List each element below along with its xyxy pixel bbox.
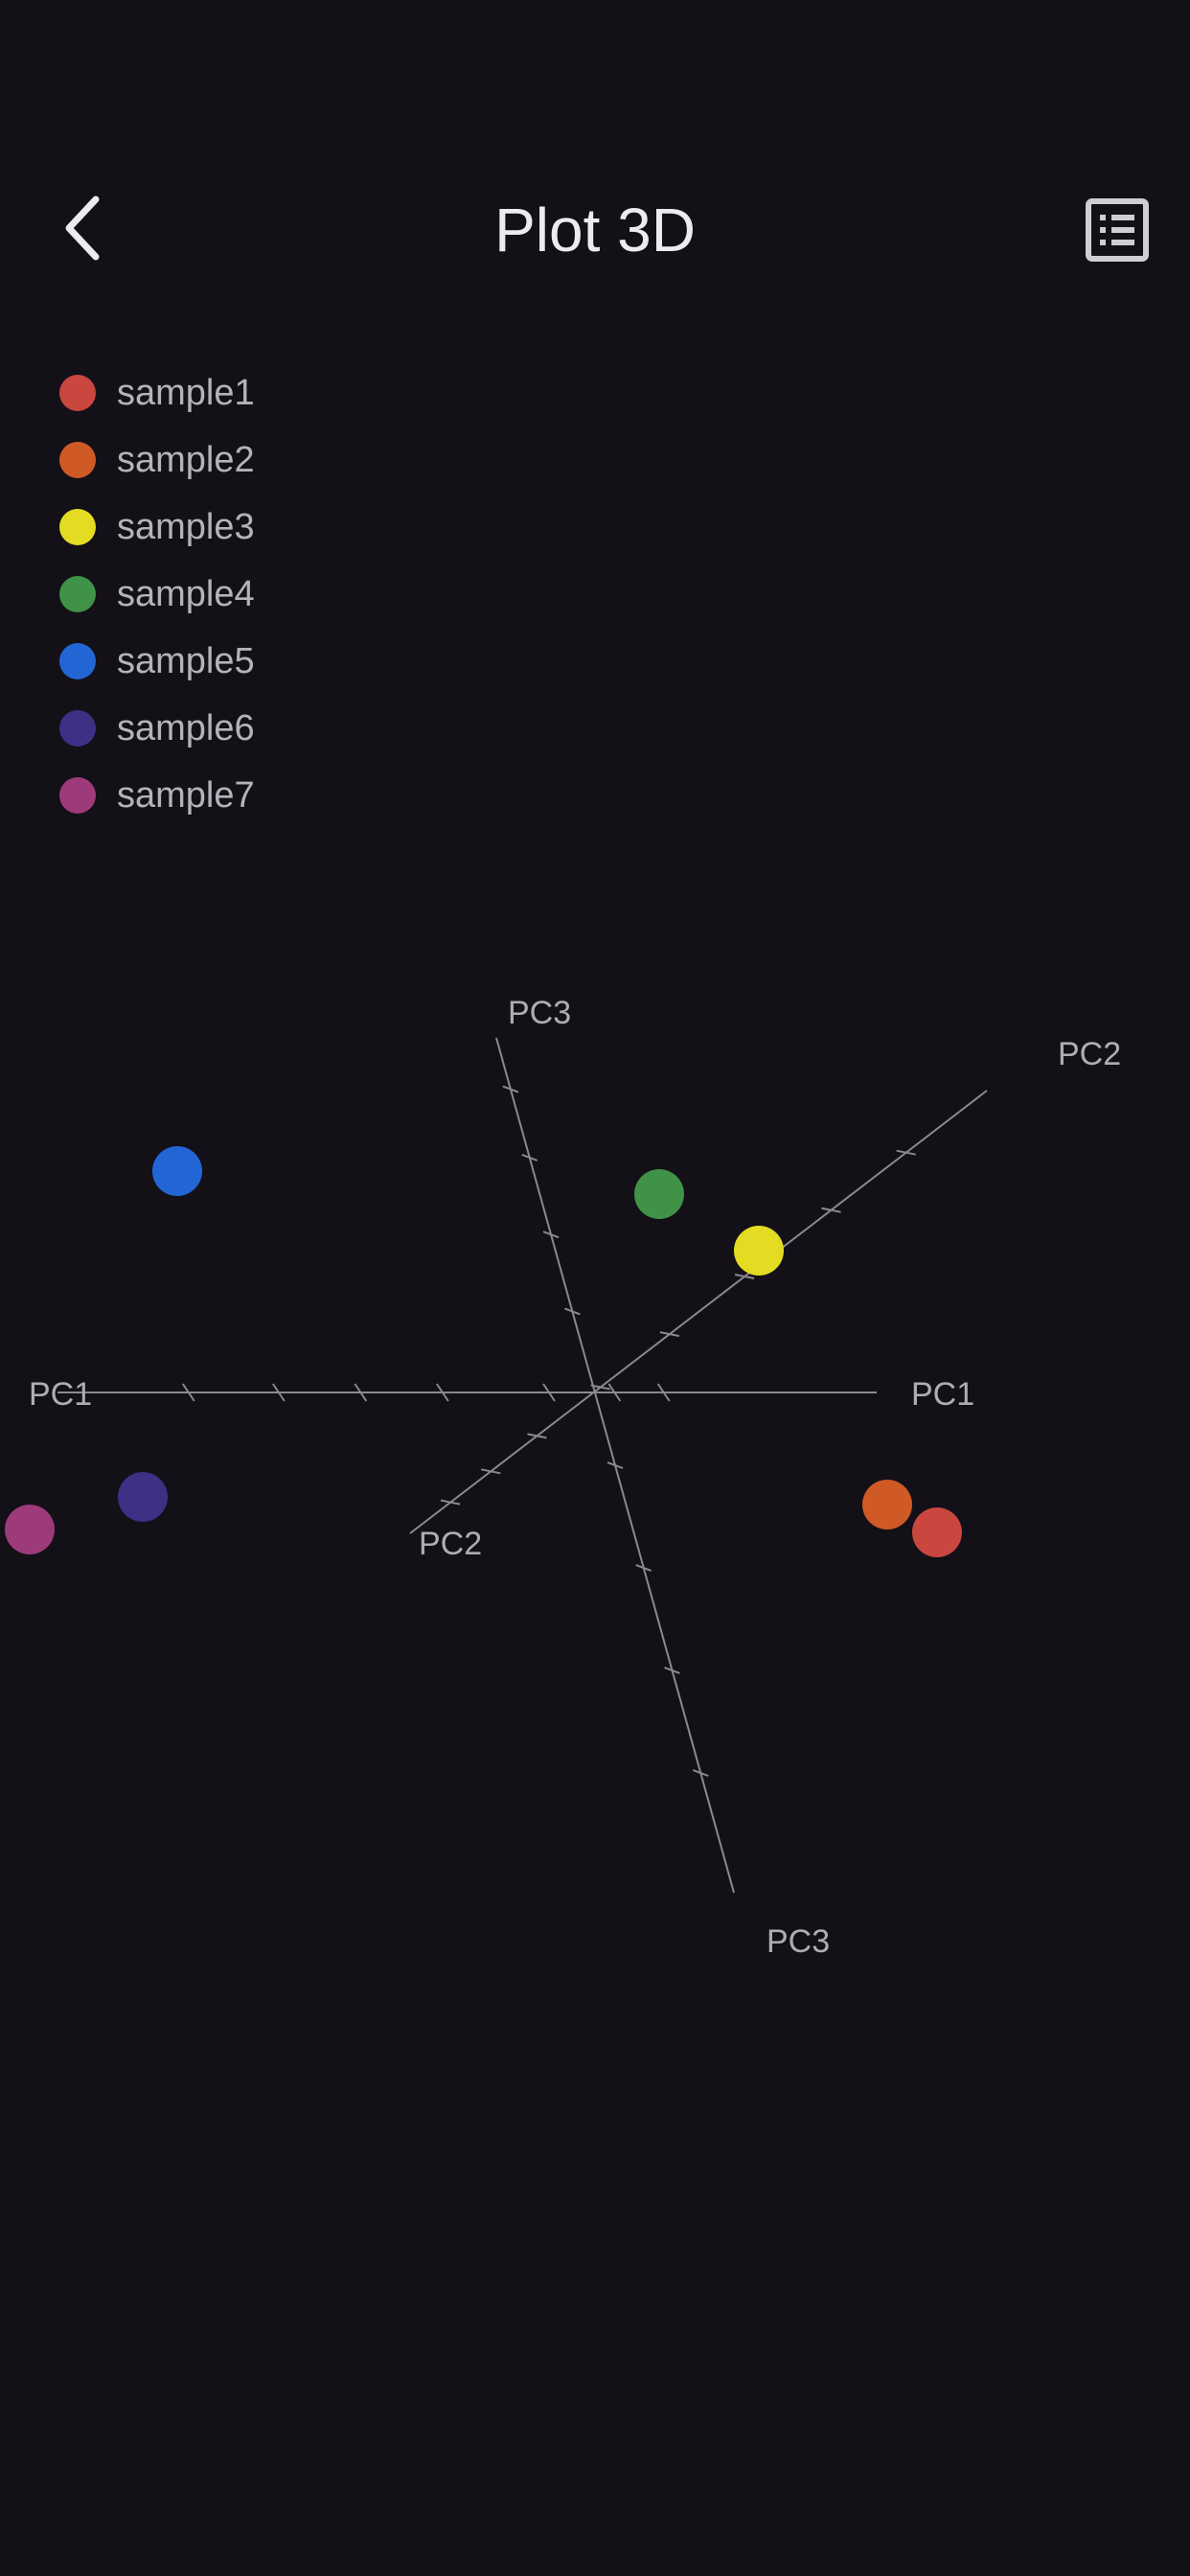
list-button[interactable] bbox=[1083, 196, 1152, 264]
pc2-label-bottom: PC2 bbox=[419, 1526, 482, 1562]
data-point-sample3[interactable] bbox=[734, 1226, 784, 1276]
pc2-label-top: PC2 bbox=[1058, 1036, 1121, 1072]
data-point-sample1[interactable] bbox=[912, 1507, 962, 1557]
pc3-label-top: PC3 bbox=[508, 995, 571, 1031]
axis-tick bbox=[821, 1207, 841, 1213]
legend-item[interactable]: sample1 bbox=[59, 359, 255, 426]
legend: sample1 sample2 sample3 sample4 sample5 … bbox=[59, 359, 255, 829]
legend-item[interactable]: sample6 bbox=[59, 695, 255, 762]
list-icon bbox=[1086, 198, 1149, 262]
legend-item[interactable]: sample4 bbox=[59, 561, 255, 628]
plot-3d-screen: PC1 PC1 PC2 PC2 PC3 PC3 Plot 3D sample1 bbox=[0, 0, 1190, 2576]
axis-tick bbox=[440, 1499, 461, 1506]
legend-swatch bbox=[59, 576, 96, 612]
data-point-sample2[interactable] bbox=[862, 1480, 912, 1530]
pc1-label-left: PC1 bbox=[29, 1376, 92, 1413]
legend-item[interactable]: sample2 bbox=[59, 426, 255, 494]
axis-ticks bbox=[181, 1085, 916, 1778]
legend-swatch bbox=[59, 442, 96, 478]
pc1-label-right: PC1 bbox=[911, 1376, 974, 1413]
page-title: Plot 3D bbox=[494, 196, 696, 264]
legend-item[interactable]: sample7 bbox=[59, 762, 255, 829]
navigation-bar: Plot 3D bbox=[0, 172, 1190, 288]
legend-label: sample2 bbox=[117, 440, 255, 480]
legend-swatch bbox=[59, 375, 96, 411]
legend-label: sample5 bbox=[117, 641, 255, 681]
legend-label: sample1 bbox=[117, 373, 255, 413]
legend-swatch bbox=[59, 777, 96, 814]
legend-item[interactable]: sample3 bbox=[59, 494, 255, 561]
axis-tick bbox=[527, 1433, 547, 1439]
axis-tick bbox=[659, 1331, 680, 1338]
legend-swatch bbox=[59, 509, 96, 545]
legend-swatch bbox=[59, 710, 96, 747]
legend-label: sample3 bbox=[117, 507, 255, 547]
data-point-sample6[interactable] bbox=[118, 1472, 168, 1522]
axis-tick bbox=[896, 1149, 916, 1156]
legend-swatch bbox=[59, 643, 96, 679]
data-point-sample5[interactable] bbox=[152, 1146, 202, 1196]
data-point-sample7[interactable] bbox=[5, 1505, 55, 1554]
data-point-sample4[interactable] bbox=[634, 1169, 684, 1219]
legend-label: sample7 bbox=[117, 775, 255, 816]
legend-label: sample6 bbox=[117, 708, 255, 748]
pc2-axis-line bbox=[409, 1090, 988, 1534]
legend-label: sample4 bbox=[117, 574, 255, 614]
legend-item[interactable]: sample5 bbox=[59, 628, 255, 695]
pc3-label-bottom: PC3 bbox=[767, 1923, 830, 1960]
data-points[interactable] bbox=[5, 1146, 962, 1557]
axis-tick bbox=[734, 1274, 755, 1280]
axis-labels: PC1 PC1 PC2 PC2 PC3 PC3 bbox=[29, 995, 1121, 1960]
axis-tick bbox=[481, 1468, 501, 1475]
